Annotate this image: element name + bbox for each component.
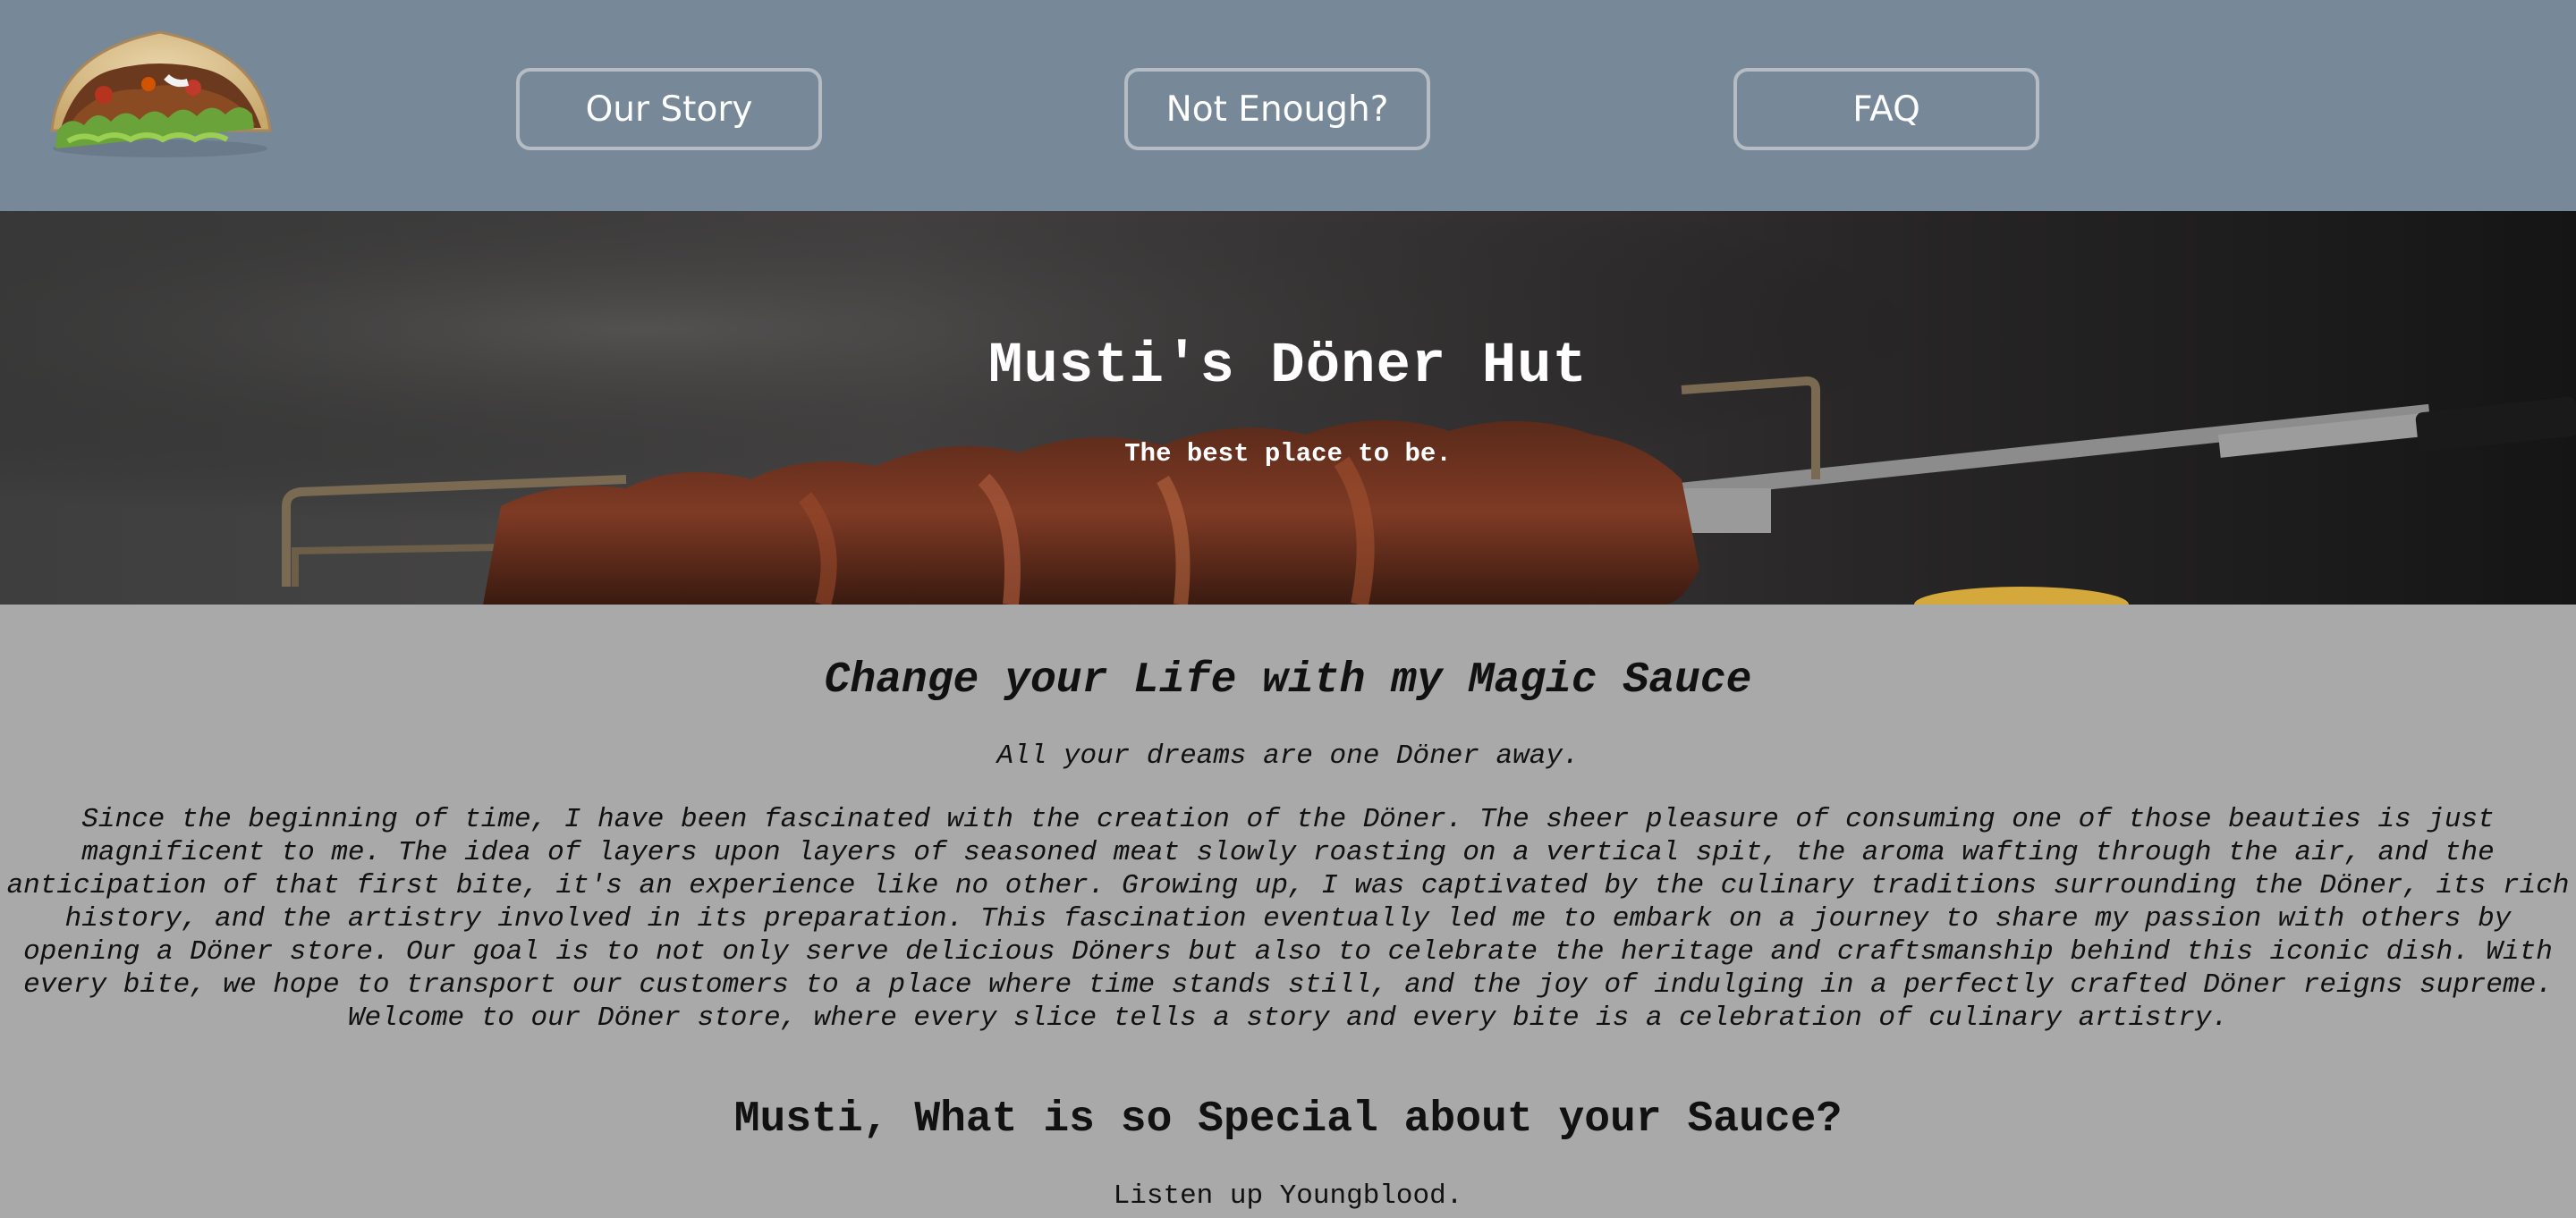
hero-banner: Musti's Döner Hut The best place to be. (0, 211, 2576, 605)
tagline: All your dreams are one Döner away. (996, 740, 1580, 772)
nav-button-not-enough[interactable]: Not Enough? (1124, 68, 1430, 150)
section-heading-special-sauce: Musti, What is so Special about your Sau… (733, 1095, 1843, 1144)
nav-button-faq[interactable]: FAQ (1733, 68, 2039, 150)
main-content: Change your Life with my Magic Sauce All… (0, 605, 2576, 1218)
special-intro-text: Listen up Youngblood. (1113, 1180, 1463, 1212)
section-heading-magic-sauce: Change your Life with my Magic Sauce (824, 656, 1752, 705)
hero-title: Musti's Döner Hut (988, 334, 1588, 399)
story-paragraph: Since the beginning of time, I have been… (6, 804, 2570, 1034)
navbar: Our Story Not Enough? FAQ (0, 0, 2576, 211)
nav-button-our-story[interactable]: Our Story (516, 68, 822, 150)
hero-background-image (0, 211, 2576, 605)
hero-subtitle: The best place to be. (1124, 439, 1452, 469)
doner-logo[interactable] (41, 25, 279, 161)
